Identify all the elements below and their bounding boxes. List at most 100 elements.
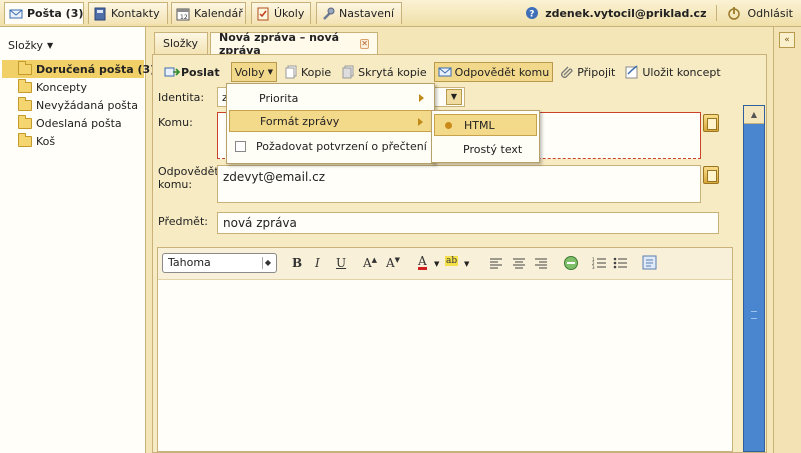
tab-calendar[interactable]: 12 Kalendář [171,2,246,24]
folder-icon [18,132,32,147]
tab-settings[interactable]: Nastavení [316,2,402,24]
font-select-value: Tahoma [168,256,211,269]
options-menu: Priorita Formát zprávy Požadovat potvrze… [226,83,435,164]
close-icon[interactable]: ✕ [360,38,369,49]
reply-to-button[interactable]: Odpovědět komu [433,62,554,82]
tab-folders-label: Složky [163,37,199,50]
format-submenu: HTML Prostý text [431,110,540,163]
folder-drafts[interactable]: Koncepty [2,78,144,96]
folder-icon [18,114,32,129]
user-email: zdenek.vytocil@priklad.cz [545,6,707,20]
cc-label: Kopie [300,65,332,79]
tab-new-message[interactable]: Nová zpráva – nová zpráva ✕ [210,31,378,57]
caret-down-icon[interactable]: ▼ [434,260,439,268]
identity-label: Identita: [158,91,205,104]
bold-icon[interactable]: B [292,256,302,270]
bcc-button[interactable]: Skrytá kopie [338,62,429,82]
tab-contacts-label: Kontakty [111,7,160,20]
subject-input[interactable]: nová zpráva [217,212,719,234]
tab-folders[interactable]: Složky [154,32,208,54]
font-size-increase-icon[interactable]: A▲ [363,256,377,270]
mail-icon [9,7,23,21]
folder-label: Doručená pošta (3) [36,62,156,76]
tasks-icon [256,7,270,21]
help-icon[interactable]: ? [525,6,539,20]
menu-item-message-format[interactable]: Formát zprávy [229,110,432,132]
folder-inbox[interactable]: Doručená pošta (3) [2,60,155,78]
tab-calendar-label: Kalendář [194,7,243,20]
reply-to-label: Odpovědět komu [454,65,550,79]
scroll-grip-icon[interactable] [751,311,757,319]
message-editor: Tahoma ◆ B I U A▲ A▼ A ▼ ab ▼ 1 2 3 [157,247,733,452]
svg-text:?: ? [529,10,534,20]
reply-icon [438,65,452,79]
user-area: ? zdenek.vytocil@priklad.cz Odhlásit [525,5,793,21]
checkbox-icon[interactable] [235,140,246,152]
tab-settings-label: Nastavení [339,7,395,20]
save-draft-button[interactable]: Uložit koncept [622,62,723,82]
menu-item-label: Formát zprávy [260,114,340,128]
align-right-icon[interactable] [534,257,548,272]
tab-tasks-label: Úkoly [274,7,305,20]
to-address-book-icon[interactable] [703,114,719,132]
attach-button[interactable]: Připojit [557,62,618,82]
text-color-icon[interactable]: A [418,255,427,270]
folder-label: Odeslaná pošta [36,116,122,130]
save-draft-icon [625,65,639,79]
menu-item-label: Prostý text [463,142,523,156]
folder-icon [18,60,32,75]
chevron-down-icon: ▼ [446,89,462,105]
tab-contacts[interactable]: Kontakty [88,2,168,24]
menu-item-read-receipt[interactable]: Požadovat potvrzení o přečtení [229,135,432,157]
radio-selected-icon [445,121,452,129]
tab-mail[interactable]: Pošta (3) [4,2,84,24]
tab-mail-label: Pošta (3) [27,7,84,20]
reply-to-address-book-icon[interactable] [703,166,719,184]
vertical-scrollbar[interactable]: ▲ [743,105,765,452]
scroll-up-icon[interactable]: ▲ [744,106,764,124]
folder-icon [18,96,32,111]
align-left-icon[interactable] [489,257,503,272]
tab-tasks[interactable]: Úkoly [251,2,311,24]
logout-link[interactable]: Odhlásit [747,7,793,20]
save-draft-label: Uložit koncept [642,65,721,79]
power-icon[interactable] [727,6,741,20]
folder-spam[interactable]: Nevyžádaná pošta [2,96,144,114]
options-label: Volby [234,65,265,79]
italic-icon[interactable]: I [315,256,320,270]
menu-item-html[interactable]: HTML [434,114,537,136]
folder-label: Nevyžádaná pošta [36,98,138,112]
attach-label: Připojit [577,65,616,79]
menu-item-plain-text[interactable]: Prostý text [434,138,537,160]
align-center-icon[interactable] [512,257,526,272]
numbered-list-icon[interactable]: 123 [592,256,606,273]
folder-sent[interactable]: Odeslaná pošta [2,114,144,132]
bullet-list-icon[interactable] [613,256,627,273]
send-button[interactable]: Poslat [161,62,223,82]
options-button[interactable]: Volby ▼ [230,62,277,82]
link-icon[interactable] [563,255,579,274]
sidebar-header[interactable]: Složky ▼ [0,35,146,55]
highlight-color-icon[interactable]: ab [445,256,459,266]
subject-value: nová zpráva [223,216,297,230]
menu-item-priority[interactable]: Priorita [229,87,432,109]
reply-to-field[interactable]: zdevyt@email.cz [217,165,701,203]
cc-button[interactable]: Kopie [281,62,334,82]
copy-icon [284,65,298,79]
folder-sidebar: Složky ▼ Doručená pošta (3) Koncepty Nev… [0,27,155,453]
folder-label: Koncepty [36,80,87,94]
expand-panel-icon[interactable]: « [779,32,795,48]
chevron-updown-icon: ◆ [262,257,273,269]
wrench-icon [321,7,335,21]
editor-body[interactable] [158,281,732,451]
divider [716,5,718,21]
font-select[interactable]: Tahoma ◆ [162,253,277,273]
caret-down-icon[interactable]: ▼ [464,260,469,268]
font-size-decrease-icon[interactable]: A▼ [386,256,400,270]
send-icon [164,65,181,79]
underline-icon[interactable]: U [336,256,346,270]
folder-label: Koš [36,134,56,148]
source-code-icon[interactable] [642,255,658,274]
editor-toolbar: Tahoma ◆ B I U A▲ A▼ A ▼ ab ▼ 1 2 3 [158,248,732,280]
folder-trash[interactable]: Koš [2,132,144,150]
